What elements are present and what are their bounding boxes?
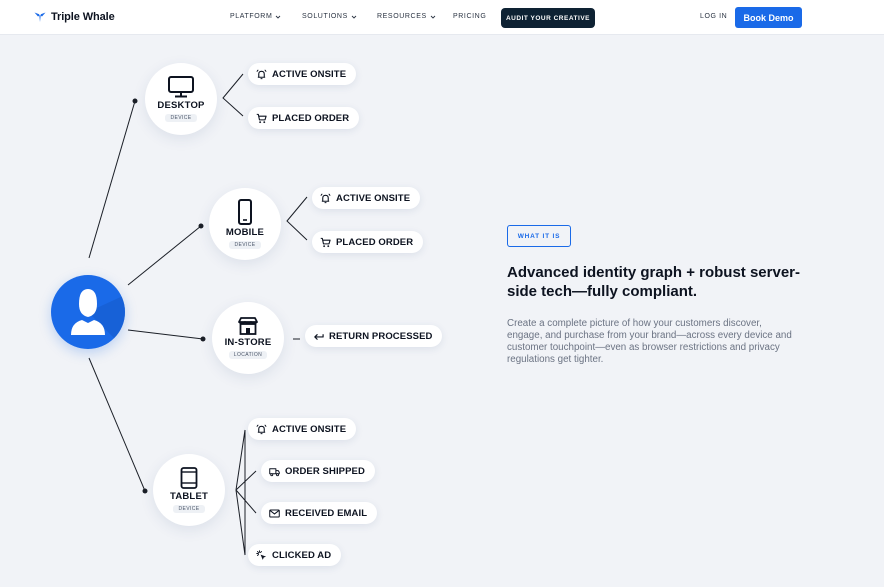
shopping-cart-icon (256, 113, 267, 123)
smartphone-icon (238, 199, 252, 225)
monitor-icon (168, 76, 194, 98)
desktop-title: DESKTOP (157, 100, 205, 111)
event-label: RECEIVED EMAIL (285, 507, 368, 519)
event-pill: ACTIVE ONSITE (248, 418, 357, 440)
event-label: PLACED ORDER (272, 112, 350, 124)
user-icon (71, 289, 125, 349)
event-pill: RETURN PROCESSED (305, 325, 443, 347)
event-label: ACTIVE ONSITE (272, 423, 347, 435)
tablet-title: TABLET (170, 491, 208, 502)
mobile-node: MOBILE DEVICE (209, 188, 281, 260)
section-badge: WHAT IT IS (507, 225, 571, 247)
instore-node: IN-STORE LOCATION (212, 302, 284, 374)
bell-ring-icon (256, 69, 267, 79)
section-headline: Advanced identity graph + robust server-… (507, 264, 800, 300)
mobile-sub: DEVICE (229, 241, 261, 249)
event-pill: ACTIVE ONSITE (248, 63, 357, 85)
mobile-title: MOBILE (225, 227, 265, 238)
event-pill: CLICKED AD (248, 544, 342, 566)
desktop-node: DESKTOP DEVICE (145, 63, 217, 135)
event-label: RETURN PROCESSED (329, 330, 433, 342)
event-pill: PLACED ORDER (312, 231, 424, 253)
bell-ring-icon (256, 424, 267, 434)
instore-sub: LOCATION (228, 351, 268, 359)
customer-avatar (51, 275, 125, 349)
event-pill: RECEIVED EMAIL (261, 502, 378, 524)
envelope-icon (269, 509, 280, 517)
event-pill: ACTIVE ONSITE (312, 187, 421, 209)
tablet-sub: DEVICE (173, 505, 205, 513)
event-pill: PLACED ORDER (248, 107, 360, 129)
tablet-icon (180, 467, 198, 489)
bell-ring-icon (320, 193, 331, 203)
instore-title: IN-STORE (224, 337, 272, 348)
return-arrow-icon (314, 333, 324, 340)
event-label: ACTIVE ONSITE (272, 68, 347, 80)
event-pill: ORDER SHIPPED (261, 460, 375, 482)
shopping-cart-icon (320, 237, 331, 247)
cursor-click-icon (256, 549, 267, 560)
truck-icon (269, 467, 280, 476)
event-label: PLACED ORDER (336, 236, 414, 248)
event-label: CLICKED AD (272, 549, 332, 561)
desktop-sub: DEVICE (165, 114, 197, 122)
storefront-icon (238, 317, 258, 335)
event-label: ACTIVE ONSITE (336, 192, 411, 204)
section-description: Create a complete picture of how your cu… (507, 318, 792, 365)
tablet-node: TABLET DEVICE (153, 454, 225, 526)
event-label: ORDER SHIPPED (285, 465, 365, 477)
